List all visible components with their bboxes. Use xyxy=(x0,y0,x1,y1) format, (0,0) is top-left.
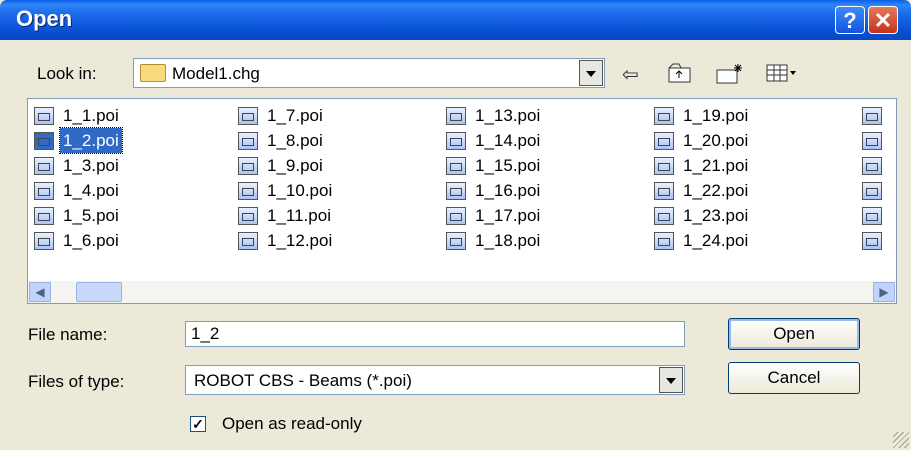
file-name-input[interactable]: 1_2 xyxy=(185,321,685,347)
poi-file-icon xyxy=(862,206,882,225)
poi-file-icon xyxy=(238,106,258,125)
poi-file-icon xyxy=(446,181,466,200)
help-button[interactable]: ? xyxy=(835,6,865,34)
files-of-type-value: ROBOT CBS - Beams (*.poi) xyxy=(194,371,412,390)
new-folder-icon[interactable] xyxy=(716,62,744,86)
file-column: 1_19.poi 1_20.poi 1_21.poi 1_22.poi 1_23… xyxy=(654,103,751,253)
look-in-label: Look in: xyxy=(37,64,97,83)
file-item[interactable]: 1_24.poi xyxy=(654,228,751,253)
poi-file-icon xyxy=(34,231,54,250)
file-item[interactable] xyxy=(862,153,888,178)
file-item-selected[interactable]: 1_2.poi xyxy=(34,127,123,154)
poi-file-icon xyxy=(654,106,674,125)
file-item[interactable]: 1_11.poi xyxy=(238,203,335,228)
poi-file-icon xyxy=(34,106,54,125)
file-item[interactable] xyxy=(862,128,888,153)
poi-file-icon xyxy=(862,131,882,150)
poi-file-icon xyxy=(654,156,674,175)
horizontal-scrollbar[interactable]: ◀ ▶ xyxy=(28,281,896,303)
up-folder-icon[interactable] xyxy=(668,62,692,86)
poi-file-icon xyxy=(446,156,466,175)
poi-file-icon xyxy=(34,131,54,150)
file-column: 1_7.poi 1_8.poi 1_9.poi 1_10.poi 1_11.po… xyxy=(238,103,335,253)
poi-file-icon xyxy=(862,181,882,200)
read-only-checkbox[interactable]: ✓ xyxy=(190,416,206,432)
file-item[interactable]: 1_1.poi xyxy=(34,103,122,128)
file-item[interactable]: 1_18.poi xyxy=(446,228,543,253)
poi-file-icon xyxy=(446,106,466,125)
poi-file-icon xyxy=(654,181,674,200)
file-item[interactable]: 1_17.poi xyxy=(446,203,543,228)
file-item[interactable]: 1_5.poi xyxy=(34,203,122,228)
poi-file-icon xyxy=(446,206,466,225)
scroll-thumb[interactable] xyxy=(76,282,122,302)
poi-file-icon xyxy=(654,131,674,150)
file-item[interactable]: 1_8.poi xyxy=(238,128,335,153)
file-item[interactable]: 1_13.poi xyxy=(446,103,543,128)
file-list[interactable]: 1_1.poi 1_2.poi 1_3.poi 1_4.poi 1_5.poi … xyxy=(27,98,897,304)
title-bar: Open ? ✕ xyxy=(0,0,911,40)
file-item[interactable]: 1_7.poi xyxy=(238,103,335,128)
scroll-right-icon[interactable]: ▶ xyxy=(873,282,895,302)
file-item[interactable] xyxy=(862,203,888,228)
poi-file-icon xyxy=(34,206,54,225)
file-item[interactable] xyxy=(862,178,888,203)
close-button[interactable]: ✕ xyxy=(868,6,898,34)
scroll-left-icon[interactable]: ◀ xyxy=(29,282,51,302)
file-item[interactable]: 1_3.poi xyxy=(34,153,122,178)
poi-file-icon xyxy=(238,206,258,225)
poi-file-icon xyxy=(862,156,882,175)
poi-file-icon xyxy=(34,156,54,175)
file-item[interactable]: 1_20.poi xyxy=(654,128,751,153)
file-item[interactable] xyxy=(862,103,888,128)
file-item[interactable] xyxy=(862,228,888,253)
cancel-button[interactable]: Cancel xyxy=(728,362,860,394)
file-item[interactable]: 1_23.poi xyxy=(654,203,751,228)
file-column-partial xyxy=(862,103,888,253)
file-item[interactable]: 1_19.poi xyxy=(654,103,751,128)
look-in-value: Model1.chg xyxy=(172,64,260,83)
file-item[interactable]: 1_12.poi xyxy=(238,228,335,253)
file-item[interactable]: 1_22.poi xyxy=(654,178,751,203)
window-title: Open xyxy=(16,6,73,31)
poi-file-icon xyxy=(238,156,258,175)
poi-file-icon xyxy=(862,106,882,125)
poi-file-icon xyxy=(446,131,466,150)
resize-grip-icon[interactable] xyxy=(893,432,909,448)
file-name-label: File name: xyxy=(28,325,108,344)
open-button[interactable]: Open xyxy=(728,318,860,350)
file-column: 1_1.poi 1_2.poi 1_3.poi 1_4.poi 1_5.poi … xyxy=(34,103,123,253)
file-column: 1_13.poi 1_14.poi 1_15.poi 1_16.poi 1_17… xyxy=(446,103,543,253)
file-item[interactable]: 1_6.poi xyxy=(34,228,122,253)
file-item[interactable]: 1_4.poi xyxy=(34,178,122,203)
poi-file-icon xyxy=(34,181,54,200)
file-item[interactable]: 1_9.poi xyxy=(238,153,335,178)
back-arrow-icon[interactable]: ⇦ xyxy=(622,62,639,86)
folder-icon xyxy=(140,64,166,82)
files-of-type-dropdown[interactable]: ROBOT CBS - Beams (*.poi) xyxy=(185,365,685,395)
poi-file-icon xyxy=(654,231,674,250)
poi-file-icon xyxy=(654,206,674,225)
file-item[interactable]: 1_16.poi xyxy=(446,178,543,203)
file-item[interactable]: 1_15.poi xyxy=(446,153,543,178)
file-item[interactable]: 1_10.poi xyxy=(238,178,335,203)
chevron-down-icon[interactable] xyxy=(659,367,683,393)
look-in-dropdown[interactable]: Model1.chg xyxy=(133,58,605,88)
views-menu-icon[interactable] xyxy=(766,62,798,86)
poi-file-icon xyxy=(238,131,258,150)
chevron-down-icon[interactable] xyxy=(579,60,603,86)
read-only-label: Open as read-only xyxy=(222,414,362,433)
file-item[interactable]: 1_21.poi xyxy=(654,153,751,178)
poi-file-icon xyxy=(238,181,258,200)
file-item[interactable]: 1_14.poi xyxy=(446,128,543,153)
poi-file-icon xyxy=(862,231,882,250)
poi-file-icon xyxy=(238,231,258,250)
files-of-type-label: Files of type: xyxy=(28,372,125,391)
poi-file-icon xyxy=(446,231,466,250)
